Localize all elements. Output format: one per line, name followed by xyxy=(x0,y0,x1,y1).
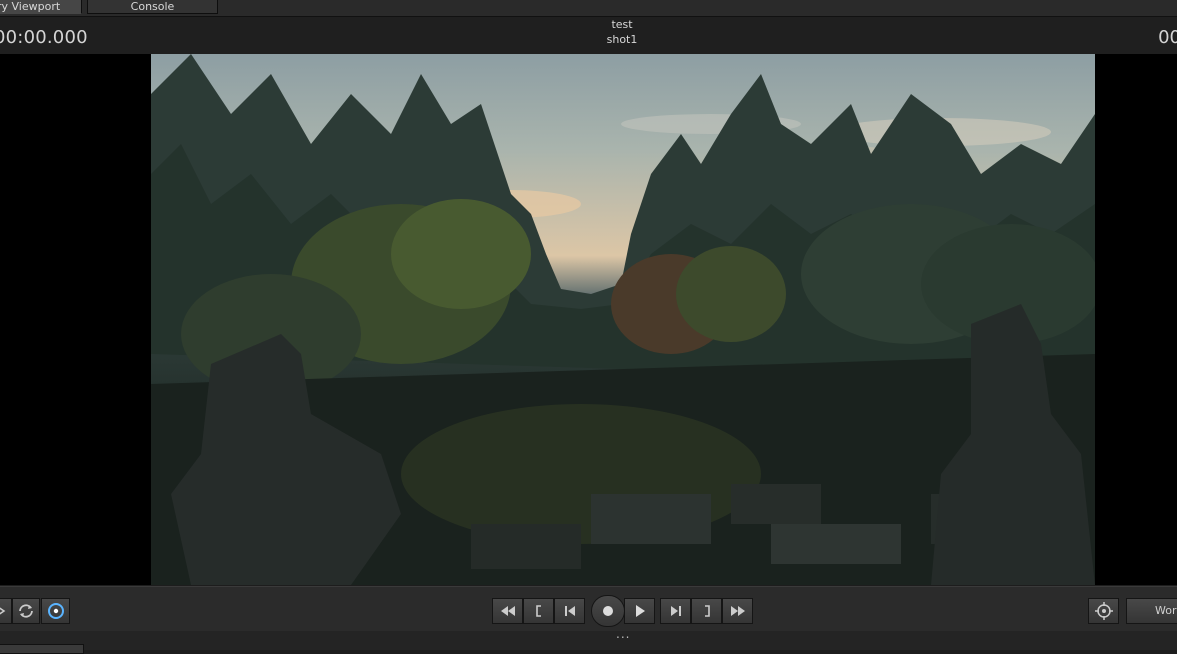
rewind-icon[interactable] xyxy=(492,598,523,624)
loop-icon[interactable] xyxy=(12,598,40,624)
play-icon[interactable] xyxy=(624,598,655,624)
footer-bar: ... xyxy=(0,627,1177,654)
arrow-icon[interactable] xyxy=(0,598,12,624)
mark-in-icon[interactable] xyxy=(523,598,554,624)
next-frame-icon[interactable] xyxy=(660,598,691,624)
viewport-header: 00:00.000 test shot1 00 xyxy=(0,17,1177,54)
scene-render[interactable] xyxy=(151,54,1095,585)
crosshair-icon[interactable] xyxy=(1088,598,1119,624)
resize-grip[interactable]: ... xyxy=(616,627,630,641)
mark-out-icon[interactable] xyxy=(691,598,722,624)
tab-viewport[interactable]: ry Viewport xyxy=(0,0,82,14)
coordinate-space-label: Worl xyxy=(1155,604,1177,617)
shot-name: shot1 xyxy=(606,33,638,46)
scene-name: test xyxy=(611,18,633,31)
fast-forward-icon[interactable] xyxy=(722,598,753,624)
forest-scene-image xyxy=(151,54,1095,585)
viewport[interactable] xyxy=(0,54,1177,585)
prev-frame-icon[interactable] xyxy=(554,598,585,624)
panel-tab-bar: ry Viewport Console xyxy=(0,0,1177,17)
bottom-panel-tab[interactable] xyxy=(0,644,84,654)
record-icon[interactable] xyxy=(591,595,625,627)
end-time-display: 00 xyxy=(1158,27,1177,48)
target-toggle-icon[interactable] xyxy=(41,598,70,624)
tab-console[interactable]: Console xyxy=(87,0,218,14)
coordinate-space-button[interactable]: Worl xyxy=(1126,598,1177,624)
transport-bar: Worl xyxy=(0,586,1177,632)
